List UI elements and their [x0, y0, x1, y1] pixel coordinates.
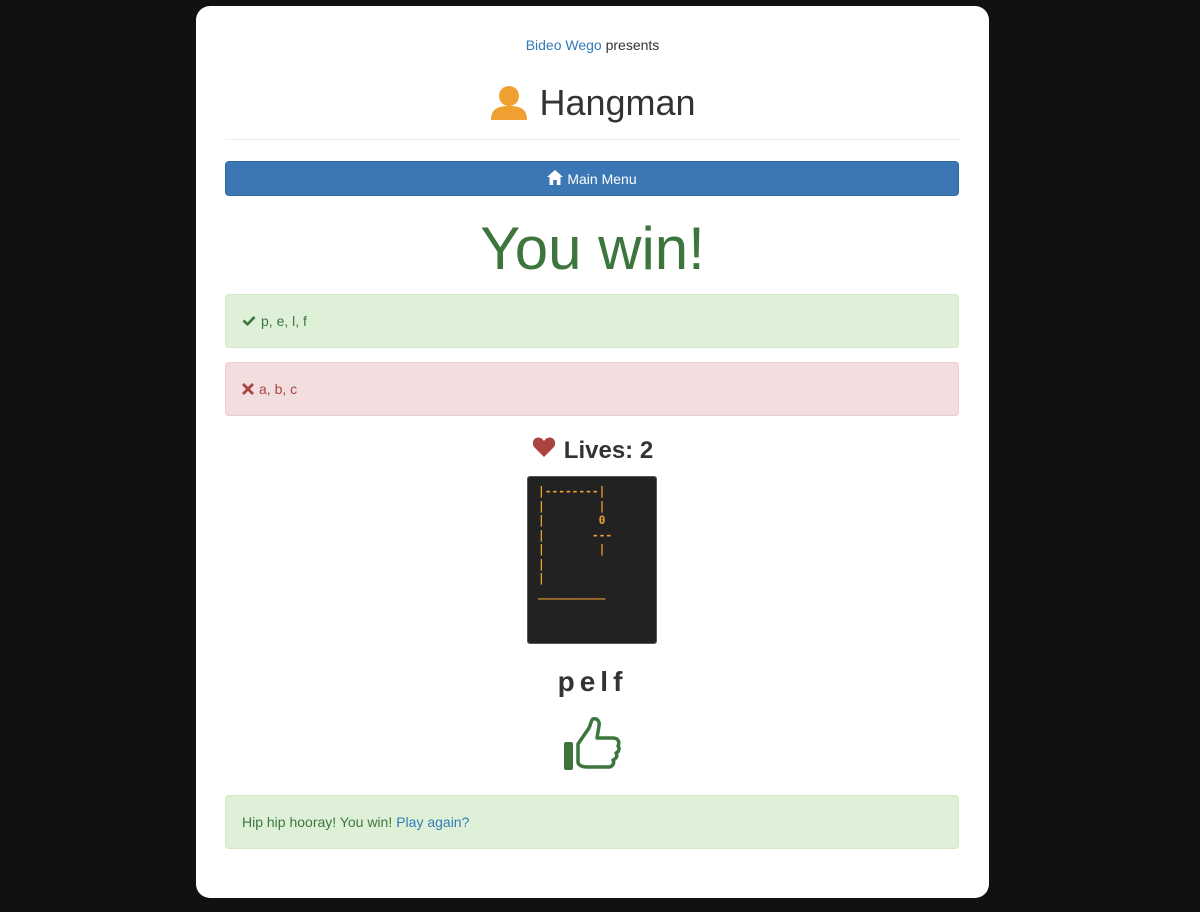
main-menu-button[interactable]: Main Menu	[225, 161, 959, 196]
x-icon	[242, 383, 254, 395]
gallows-ascii: |--------| | | | 0 | --- | | | | _______…	[538, 485, 613, 600]
lives-label: Lives: 2	[563, 436, 654, 464]
win-message-text: Hip hip hooray! You win!	[242, 814, 393, 830]
main-menu-label: Main Menu	[567, 170, 637, 187]
game-card: Bideo Wego presents Hangman Main Menu Yo…	[196, 6, 989, 898]
check-icon	[242, 315, 256, 327]
win-message-alert: Hip hip hooray! You win! Play again?	[225, 795, 959, 849]
revealed-word: pelf	[557, 666, 628, 697]
user-icon	[489, 84, 529, 122]
title-text: Hangman	[539, 82, 696, 123]
lives-counter: Lives: 2	[196, 436, 989, 465]
play-again-link[interactable]: Play again?	[396, 814, 469, 830]
wrong-guesses-text: a, b, c	[259, 381, 298, 397]
brand-link[interactable]: Bideo Wego	[526, 37, 602, 53]
result-heading: You win!	[480, 215, 705, 282]
header-divider	[225, 139, 960, 140]
correct-guesses-text: p, e, l, f	[261, 313, 307, 329]
presents-line: Bideo Wego presents	[196, 37, 989, 53]
heart-icon	[532, 436, 556, 465]
home-icon	[547, 169, 564, 188]
correct-guesses-alert: p, e, l, f	[225, 294, 959, 348]
hangman-drawing: |--------| | | | 0 | --- | | | | _______…	[527, 476, 657, 644]
thumbs-up-icon	[561, 716, 623, 779]
presents-text: presents	[605, 37, 660, 53]
page-title: Hangman	[196, 78, 989, 128]
wrong-guesses-alert: a, b, c	[225, 362, 959, 416]
